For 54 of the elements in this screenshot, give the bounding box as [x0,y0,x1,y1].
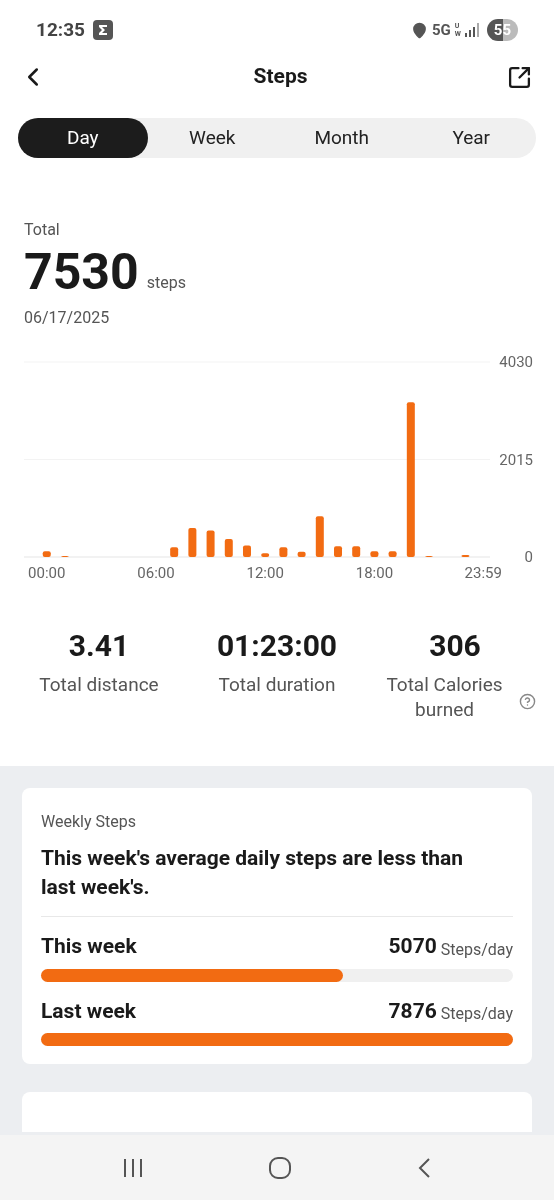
stat-value: 01:23:00 [216,628,338,664]
network-label: 5G [431,19,451,41]
stat-label: Total duration [218,672,336,697]
comparison-message: This week's average daily steps are less than last week's. [41,845,465,901]
chart-bar [188,527,197,557]
chart-bar [206,530,215,557]
x-tick-label: 12:00 [246,564,284,582]
chart-bar [42,551,51,557]
chart-bar [352,546,361,557]
sigma-icon [92,20,113,40]
x-tick-label: 23:59 [464,564,502,582]
period-tab[interactable]: Year [406,118,536,158]
chart-bar [224,539,233,557]
week-average-unit: Steps/day [440,1003,513,1025]
y-tick-label: 0 [524,548,533,566]
steps-unit: steps [146,272,186,294]
signal-icon [464,23,479,37]
page-title: Steps [253,63,308,91]
week-average-value: 5070 [388,933,437,960]
stat-label: Total distance [39,672,159,697]
chart-bar [279,547,288,557]
chart-bar [334,546,342,557]
chart-bar [170,547,179,557]
help-icon[interactable] [518,692,536,710]
date-label: 06/17/2025 [24,307,111,329]
x-tick-label: 18:00 [355,564,394,582]
recent-apps-icon[interactable] [122,1157,144,1178]
chart-bar [315,516,324,557]
chart-bar [297,551,306,557]
period-tab[interactable]: Month [277,118,407,158]
x-tick-label: 06:00 [137,564,175,582]
total-steps-value: 7530 [24,246,139,298]
week-label: This week [41,933,137,960]
chart-bar [370,551,379,557]
home-icon[interactable] [268,1155,292,1180]
back-nav-icon[interactable] [416,1156,432,1179]
total-label: Total [24,219,61,241]
chart-bar [243,545,251,557]
chart-bar [388,551,397,557]
y-tick-label: 4030 [499,353,533,371]
week-average-value: 7876 [388,997,437,1025]
period-tab[interactable]: Day [18,118,148,158]
period-tab[interactable]: Week [147,118,277,158]
stat-label: Total Calories burned [385,672,504,722]
stat-value: 3.41 [68,628,130,664]
week-label: Last week [41,997,137,1025]
chart-bar [261,553,270,557]
week-average-unit: Steps/day [440,938,513,961]
location-icon [410,21,428,39]
stat-value: 306 [429,628,481,664]
y-tick-label: 2015 [499,450,533,469]
status-time: 12:35 [36,16,85,43]
card-title: Weekly Steps [41,811,137,833]
x-tick-label: 00:00 [28,564,66,582]
